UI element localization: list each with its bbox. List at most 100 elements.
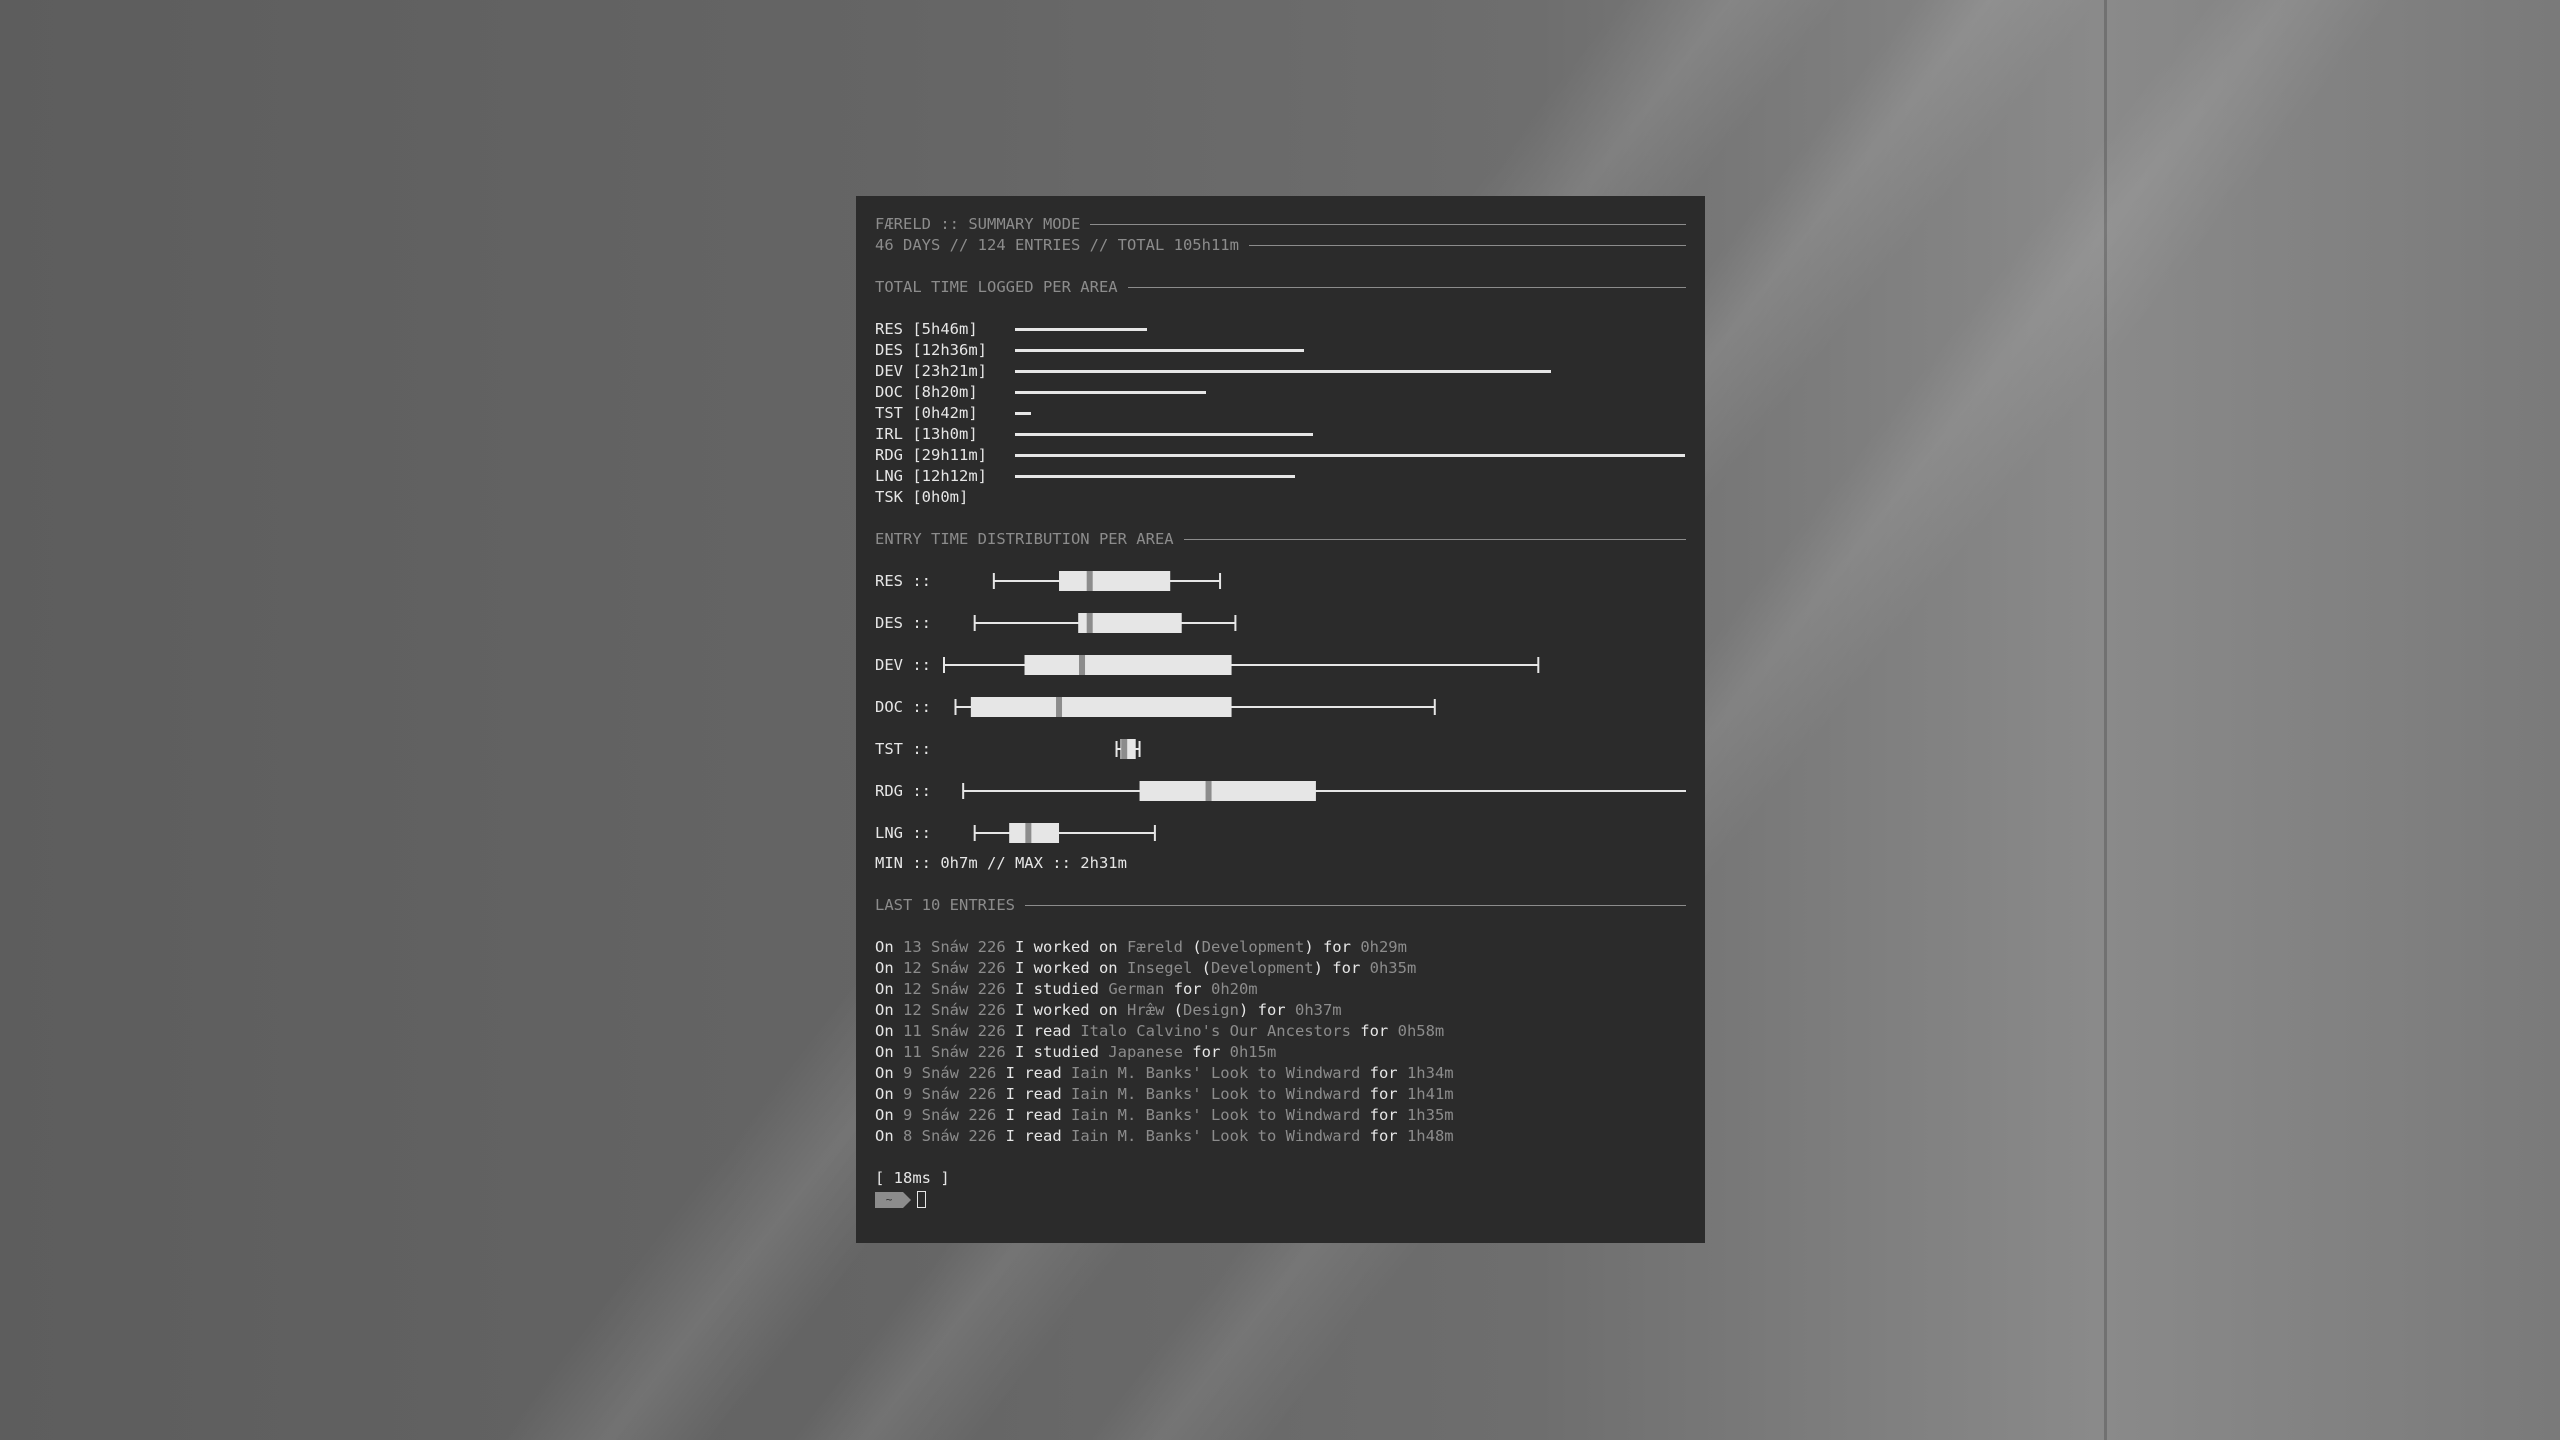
entries-heading: LAST 10 ENTRIES: [875, 896, 1015, 914]
entry-verb: I studied: [1005, 1043, 1109, 1061]
entry-duration: 0h35m: [1369, 959, 1417, 977]
entry-row: On 13 Snáw 226 I worked on Færeld (Devel…: [875, 937, 1686, 958]
entry-row: On 9 Snáw 226 I read Iain M. Banks' Look…: [875, 1084, 1686, 1105]
entry-date: 12 Snáw 226: [903, 980, 1006, 998]
distribution-boxplot: RES :: DES :: DEV :: DOC :: TST :: RDG :: LNG …: [875, 560, 1689, 854]
total-label: TSK [0h0m]: [875, 488, 969, 506]
app-title-row: FÆRELD :: SUMMARY MODE: [875, 214, 1686, 235]
boxplot-row: RES ::: [875, 560, 1686, 602]
entry-subject: Insegel: [1126, 959, 1193, 977]
boxplot-label: RDG ::: [875, 781, 931, 800]
totals-heading: TOTAL TIME LOGGED PER AREA: [875, 278, 1118, 296]
entry-paren-open: (: [1164, 1001, 1183, 1019]
total-bar-track: [1015, 382, 1686, 403]
totals-heading-row: TOTAL TIME LOGGED PER AREA: [875, 277, 1686, 298]
total-bar: [1015, 475, 1296, 478]
entry-for: for: [1360, 1085, 1407, 1103]
entry-area: Development: [1210, 959, 1314, 977]
entry-prefix: On: [875, 1001, 903, 1019]
range-row: MIN :: 0h7m // MAX :: 2h31m: [875, 853, 1686, 874]
entry-subject: Italo Calvino's Our Ancestors: [1080, 1022, 1351, 1040]
boxplot-svg: [973, 823, 1156, 843]
boxplot-track: [942, 644, 1686, 686]
total-bar: [1015, 412, 1032, 415]
total-label: DES [12h36m]: [875, 341, 987, 359]
totals-bar-chart: RES [5h46m] DES [12h36m] DEV [23h21m] DOC […: [875, 319, 1686, 508]
entries-list: On 13 Snáw 226 I worked on Færeld (Devel…: [875, 937, 1686, 1147]
divider: [1248, 245, 1686, 246]
entry-prefix: On: [875, 959, 903, 977]
entry-date: 9 Snáw 226: [903, 1106, 997, 1124]
entry-subject: Iain M. Banks' Look to Windward: [1070, 1106, 1361, 1124]
distribution-heading-row: ENTRY TIME DISTRIBUTION PER AREA: [875, 529, 1686, 550]
entry-for: ) for: [1304, 938, 1361, 956]
timing-text: [ 18ms ]: [875, 1169, 950, 1187]
boxplot-label: TST ::: [875, 739, 931, 758]
entry-verb: I read: [996, 1064, 1071, 1082]
entry-date: 12 Snáw 226: [903, 1001, 1006, 1019]
entry-for: for: [1164, 980, 1211, 998]
entries-heading-row: LAST 10 ENTRIES: [875, 895, 1686, 916]
total-row: IRL [13h0m]: [875, 424, 1686, 445]
entry-verb: I read: [996, 1106, 1071, 1124]
total-bar: [1015, 328, 1148, 331]
entry-for: for: [1360, 1127, 1407, 1145]
total-bar: [1015, 349, 1305, 352]
text-cursor[interactable]: [917, 1191, 926, 1208]
divider: [1024, 905, 1686, 906]
median-mark: [1086, 613, 1093, 633]
boxplot-row: LNG ::: [875, 812, 1686, 854]
total-row: LNG [12h12m]: [875, 466, 1686, 487]
total-bar: [1015, 433, 1314, 436]
boxplot-row: RDG ::: [875, 770, 1689, 812]
prompt-badge: ~: [875, 1191, 911, 1208]
boxplot-track: [942, 812, 1686, 854]
entry-subject: Færeld: [1126, 938, 1183, 956]
entry-duration: 0h37m: [1294, 1001, 1342, 1019]
stats-summary: 46 DAYS // 124 ENTRIES // TOTAL 105h11m: [875, 236, 1239, 254]
boxplot-svg: [954, 697, 1436, 717]
total-label: TST [0h42m]: [875, 404, 978, 422]
total-bar-track: [1015, 424, 1686, 445]
range-text: MIN :: 0h7m // MAX :: 2h31m: [875, 854, 1127, 872]
total-bar-track: [1015, 487, 1686, 508]
entry-verb: I worked on: [1005, 959, 1127, 977]
entry-date: 12 Snáw 226: [903, 959, 1006, 977]
entry-date: 8 Snáw 226: [903, 1127, 997, 1145]
entry-date: 9 Snáw 226: [903, 1085, 997, 1103]
total-row: TST [0h42m]: [875, 403, 1686, 424]
entry-row: On 12 Snáw 226 I worked on Insegel (Deve…: [875, 958, 1686, 979]
entry-prefix: On: [875, 1064, 903, 1082]
iqr-box: [1024, 655, 1232, 675]
median-mark: [1121, 739, 1128, 759]
entry-prefix: On: [875, 1127, 903, 1145]
median-mark: [1025, 823, 1032, 843]
divider: [1183, 539, 1686, 540]
total-label: DEV [23h21m]: [875, 362, 987, 380]
total-bar-track: [1015, 403, 1686, 424]
entry-prefix: On: [875, 980, 903, 998]
entry-verb: I worked on: [1005, 1001, 1127, 1019]
entry-date: 11 Snáw 226: [903, 1022, 1006, 1040]
entry-area: Development: [1201, 938, 1305, 956]
median-mark: [1079, 655, 1086, 675]
entry-for: for: [1360, 1064, 1407, 1082]
entry-for: for: [1360, 1106, 1407, 1124]
terminal-window[interactable]: FÆRELD :: SUMMARY MODE 46 DAYS // 124 EN…: [856, 196, 1705, 1243]
entry-for: ) for: [1238, 1001, 1295, 1019]
boxplot-label: DOC ::: [875, 697, 931, 716]
total-row: RES [5h46m]: [875, 319, 1686, 340]
prompt-row[interactable]: ~: [875, 1189, 1686, 1210]
entry-subject: Japanese: [1108, 1043, 1183, 1061]
entry-for: for: [1350, 1022, 1398, 1040]
entry-row: On 9 Snáw 226 I read Iain M. Banks' Look…: [875, 1105, 1686, 1126]
entry-subject: Iain M. Banks' Look to Windward: [1070, 1127, 1361, 1145]
entry-duration: 1h35m: [1406, 1106, 1454, 1124]
iqr-box: [970, 697, 1232, 717]
total-row: DOC [8h20m]: [875, 382, 1686, 403]
boxplot-row: TST ::: [875, 728, 1686, 770]
boxplot-label: DES ::: [875, 613, 931, 632]
total-bar-track: [1015, 445, 1686, 466]
iqr-box: [1009, 823, 1060, 843]
iqr-box: [1139, 781, 1316, 801]
